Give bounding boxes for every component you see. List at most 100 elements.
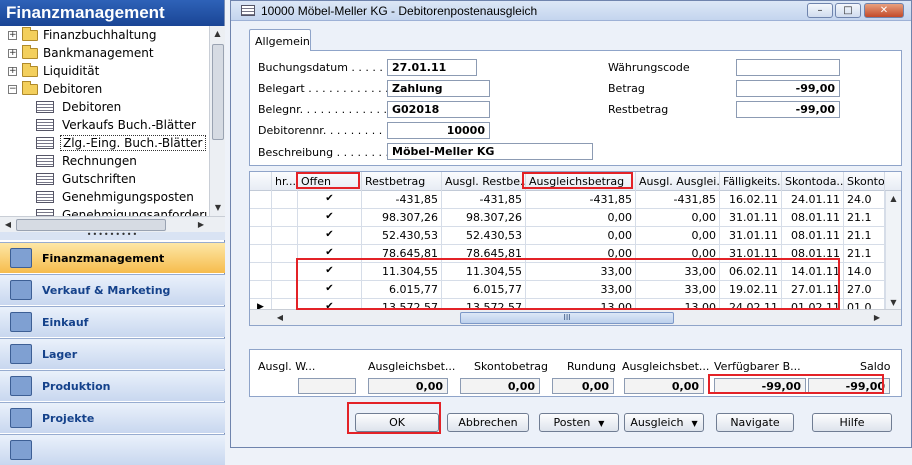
folder-icon	[22, 62, 38, 77]
column-header-offen[interactable]: Offen	[298, 172, 362, 191]
nav-button-finanzmanagement[interactable]: Finanzmanagement	[0, 242, 225, 273]
row-selector[interactable]	[250, 227, 272, 245]
buchungsdatum-field[interactable]: 27.01.11	[387, 59, 477, 76]
grid-header: hr... Offen Restbetrag Ausgl. Restbe... …	[250, 172, 901, 191]
column-header-waehrung[interactable]: hr...	[272, 172, 298, 191]
nav-button-produktion[interactable]: Produktion	[0, 370, 225, 401]
tree-item-gutschriften[interactable]: Gutschriften	[0, 170, 209, 188]
tree-item-bankmanagement[interactable]: + Bankmanagement	[0, 44, 209, 62]
list-page-icon	[36, 119, 54, 131]
tab-allgemein[interactable]: Allgemein	[249, 29, 311, 51]
tree-item-liquiditaet[interactable]: + Liquidität	[0, 62, 209, 80]
restbetrag-cell: 78.645,81	[362, 245, 442, 263]
dropdown-arrow-icon: ▼	[598, 419, 605, 428]
beschreibung-field[interactable]: Möbel-Meller KG	[387, 143, 593, 160]
scroll-right-arrow-icon[interactable]: ▶	[869, 310, 885, 325]
maximize-button[interactable]: □	[835, 3, 861, 18]
expand-icon[interactable]: +	[8, 30, 17, 40]
scroll-up-arrow-icon[interactable]: ▲	[210, 26, 225, 42]
row-selector[interactable]	[250, 245, 272, 263]
ausgleichsbetrag-cell[interactable]: -431,85	[526, 191, 636, 209]
restbetrag-cell: 6.015,77	[362, 281, 442, 299]
row-selector[interactable]	[250, 281, 272, 299]
hilfe-button[interactable]: Hilfe	[812, 413, 892, 432]
ausgleichsbetrag-cell[interactable]: 33,00	[526, 263, 636, 281]
ausgleichsbetrag-cell[interactable]: 0,00	[526, 227, 636, 245]
scroll-left-arrow-icon[interactable]: ◀	[272, 310, 288, 325]
ausgleichsbetrag-cell[interactable]: 0,00	[526, 209, 636, 227]
minimize-button[interactable]: –	[807, 3, 833, 18]
column-header-skonto[interactable]: Skonto	[844, 172, 885, 191]
row-selector[interactable]	[250, 263, 272, 281]
tree-item-zlg-eing-buch-blaetter[interactable]: Zlg.-Eing. Buch.-Blätter	[0, 134, 209, 152]
expand-icon[interactable]: +	[8, 48, 17, 58]
buchungsdatum-label: Buchungsdatum . . . . . . .	[258, 61, 397, 74]
navigate-button[interactable]: Navigate	[716, 413, 794, 432]
tree-item-debitoren[interactable]: Debitoren	[0, 98, 209, 116]
nav-button-more[interactable]	[0, 434, 225, 465]
tree-item-rechnungen[interactable]: Rechnungen	[0, 152, 209, 170]
saldo-field: -99,00	[808, 378, 890, 394]
ok-button[interactable]: OK	[355, 413, 439, 432]
row-selector[interactable]	[250, 209, 272, 227]
row-selector[interactable]	[250, 191, 272, 209]
window-titlebar[interactable]: 10000 Möbel-Meller KG - Debitorenpostena…	[231, 1, 911, 21]
belegart-field[interactable]: Zahlung	[387, 80, 490, 97]
grid-horizontal-scrollbar[interactable]: ◀ III ▶	[250, 309, 901, 325]
nav-button-einkauf[interactable]: Einkauf	[0, 306, 225, 337]
table-row[interactable]: ✔ 78.645,81 78.645,81 0,00 0,00 31.01.11…	[250, 245, 901, 263]
scroll-down-arrow-icon[interactable]: ▼	[210, 200, 226, 216]
ausgleichsbetrag-cell[interactable]: 0,00	[526, 245, 636, 263]
rundung-label: Rundung	[567, 360, 617, 373]
restbetrag-cell: 11.304,55	[362, 263, 442, 281]
column-header-skontodatum[interactable]: Skontoda...	[782, 172, 844, 191]
ausgleichsbetrag-cell[interactable]: 33,00	[526, 281, 636, 299]
table-row[interactable]: ✔ 98.307,26 98.307,26 0,00 0,00 31.01.11…	[250, 209, 901, 227]
tree-item-debitoren-folder[interactable]: − Debitoren	[0, 80, 209, 98]
tree-item-finanzbuchhaltung[interactable]: + Finanzbuchhaltung	[0, 26, 209, 44]
ausgleich-menu-button[interactable]: Ausgleich ▼	[624, 413, 704, 432]
nav-button-lager[interactable]: Lager	[0, 338, 225, 369]
nav-button-label: Produktion	[42, 379, 111, 393]
faelligkeitsdatum-cell: 16.02.11	[720, 191, 782, 209]
tree-item-verkaufs-buch-blaetter[interactable]: Verkaufs Buch.-Blätter	[0, 116, 209, 134]
tree-item-genehmigungsposten[interactable]: Genehmigungsposten	[0, 188, 209, 206]
belegnr-label: Belegnr. . . . . . . . . . . . .	[258, 103, 388, 116]
table-row[interactable]: ✔ -431,85 -431,85 -431,85 -431,85 16.02.…	[250, 191, 901, 209]
abbrechen-button[interactable]: Abbrechen	[447, 413, 529, 432]
column-header-ausgleichsbetrag[interactable]: Ausgleichsbetrag	[526, 172, 636, 191]
skontobetrag-field: 0,00	[460, 378, 540, 394]
column-header-ausgl-restbetrag[interactable]: Ausgl. Restbe...	[442, 172, 526, 191]
close-button[interactable]: ✕	[864, 3, 904, 18]
collapse-icon[interactable]: −	[8, 84, 17, 94]
scroll-up-arrow-icon[interactable]: ▲	[886, 191, 901, 207]
betrag-field[interactable]: -99,00	[736, 80, 840, 97]
table-row[interactable]: ✔ 6.015,77 6.015,77 33,00 33,00 19.02.11…	[250, 281, 901, 299]
restbetrag-field[interactable]: -99,00	[736, 101, 840, 118]
nav-button-label: Finanzmanagement	[42, 251, 165, 265]
column-header-ausgl-ausgleichsbetrag[interactable]: Ausgl. Ausglei...	[636, 172, 720, 191]
waehrungscode-field[interactable]	[736, 59, 840, 76]
debitorennr-field[interactable]: 10000	[387, 122, 490, 139]
rundung-field: 0,00	[552, 378, 614, 394]
form-icon	[241, 5, 255, 16]
table-row[interactable]: ✔ 52.430,53 52.430,53 0,00 0,00 31.01.11…	[250, 227, 901, 245]
nav-button-projekte[interactable]: Projekte	[0, 402, 225, 433]
grid-vertical-scrollbar[interactable]: ▲ ▼	[885, 191, 901, 311]
pane-splitter[interactable]: •••••••••	[0, 231, 225, 240]
column-header-faelligkeitsdatum[interactable]: Fälligkeits...	[720, 172, 782, 191]
nav-button-verkauf-marketing[interactable]: Verkauf & Marketing	[0, 274, 225, 305]
tree-item-label: Genehmigungsanforderung	[62, 208, 209, 216]
scroll-thumb[interactable]: III	[460, 312, 674, 324]
tree-item-genehmigungsanforderung[interactable]: Genehmigungsanforderung	[0, 206, 209, 216]
scroll-thumb[interactable]	[212, 44, 224, 140]
expand-icon[interactable]: +	[8, 66, 17, 76]
column-header-restbetrag[interactable]: Restbetrag	[362, 172, 442, 191]
ausgl-ausgleichsbetrag-cell: 0,00	[636, 209, 720, 227]
tree-vertical-scrollbar[interactable]: ▲ ▼	[209, 26, 225, 216]
posten-menu-button[interactable]: Posten ▼	[539, 413, 619, 432]
scroll-left-arrow-icon[interactable]: ◀	[0, 217, 16, 233]
scroll-right-arrow-icon[interactable]: ▶	[193, 217, 209, 233]
belegnr-field[interactable]: G02018	[387, 101, 490, 118]
table-row[interactable]: ✔ 11.304,55 11.304,55 33,00 33,00 06.02.…	[250, 263, 901, 281]
